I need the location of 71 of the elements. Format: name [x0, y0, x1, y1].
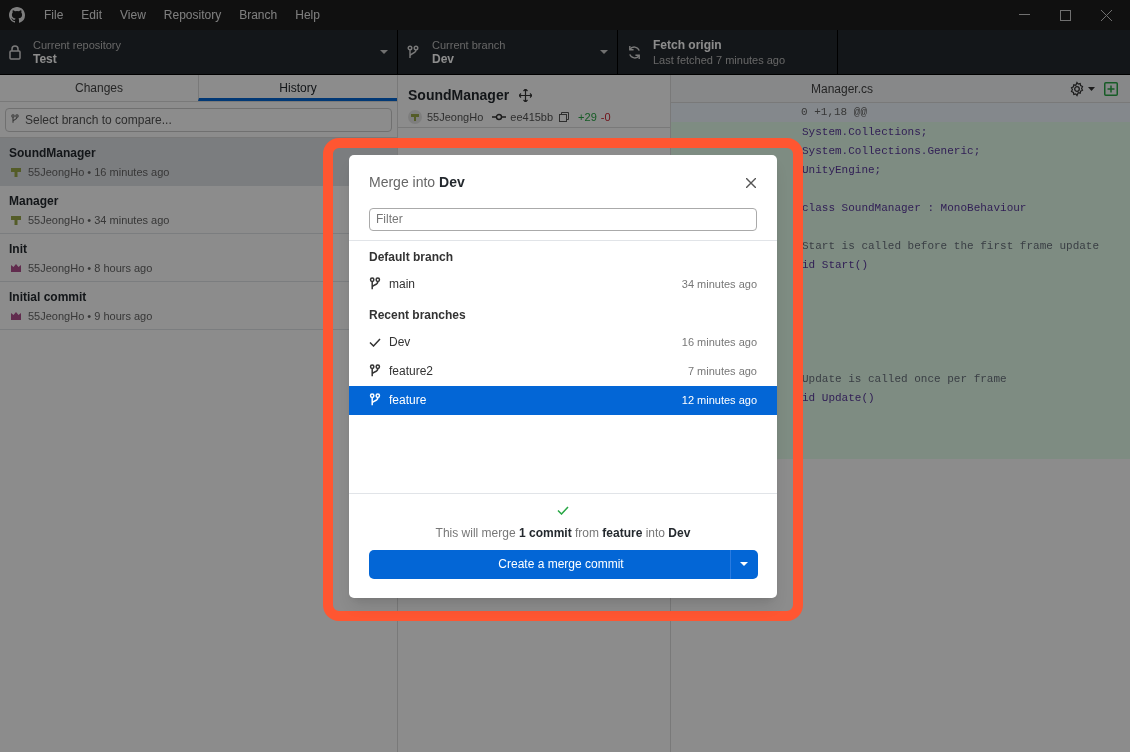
tab[interactable]: History: [198, 75, 397, 101]
menu-item[interactable]: Edit: [72, 6, 112, 24]
settings-icon[interactable]: [1069, 80, 1085, 97]
github-logo-icon: [9, 7, 25, 23]
commit-meta: 55JeongHo • 34 minutes ago: [28, 213, 170, 228]
menu-option[interactable]: Dev 16 minutes ago: [349, 327, 777, 357]
commit-icon: [492, 113, 507, 122]
menu-option[interactable]: main 34 minutes ago: [349, 269, 777, 299]
commit-title[interactable]: Init: [9, 241, 27, 257]
check-icon: [557, 505, 569, 515]
commit-meta: 55JeongHo • 16 minutes ago: [28, 165, 170, 180]
copy-icon[interactable]: [559, 112, 570, 123]
added-count: +29: [578, 110, 597, 125]
close-icon[interactable]: [746, 177, 756, 188]
menu-item[interactable]: Repository: [154, 6, 231, 24]
code-comment: Start is called before the first frame update: [802, 239, 1100, 255]
branch-label: Current branch: [432, 37, 507, 52]
menu-option[interactable]: feature2 7 minutes ago: [349, 356, 777, 386]
code-line: System.Collections.Generic;: [802, 144, 981, 160]
commit-title[interactable]: Manager: [9, 193, 59, 209]
menu-option[interactable]: feature 12 minutes ago: [349, 385, 777, 415]
commit-title[interactable]: Initial commit: [9, 289, 87, 305]
code-line: id Update(): [802, 391, 875, 407]
code-line: id Start(): [802, 258, 868, 274]
menu-item[interactable]: Branch: [230, 6, 287, 24]
branch-name: Dev: [432, 51, 455, 67]
branch-icon: [407, 44, 419, 60]
group-heading: Recent branches: [368, 307, 467, 324]
fetch-detail: Last fetched 7 minutes ago: [653, 52, 786, 67]
menu-item[interactable]: File: [35, 6, 73, 24]
avatar-icon: [9, 213, 23, 228]
branch-icon: [11, 114, 19, 124]
menu-item[interactable]: Help: [286, 6, 329, 24]
maximize-icon[interactable]: [1060, 9, 1071, 21]
branch-selector[interactable]: Current branch Dev: [398, 30, 618, 74]
code-line: UnityEngine;: [802, 163, 882, 179]
tab[interactable]: Changes: [0, 75, 198, 101]
compare-branch-field[interactable]: Select branch to compare...: [5, 108, 392, 132]
lock-icon: [9, 44, 21, 60]
avatar-icon: [9, 165, 23, 180]
filter-field[interactable]: Filter: [369, 207, 757, 231]
code-line: class SoundManager : MonoBehaviour: [802, 201, 1027, 217]
commit-title: SoundManager: [408, 86, 510, 105]
removed-count: -0: [600, 110, 611, 125]
group-heading: Default branch: [368, 249, 454, 266]
fetch-button[interactable]: Fetch origin Last fetched 7 minutes ago: [618, 30, 838, 74]
menu-item[interactable]: View: [111, 6, 155, 24]
create-merge-commit-button[interactable]: Create a merge commit: [368, 549, 758, 579]
repository-label: Current repository: [33, 37, 123, 52]
commit-sha: ee415bb: [510, 110, 554, 125]
code-line: System.Collections;: [802, 125, 928, 141]
code-comment: Update is called once per frame: [802, 372, 1007, 388]
sync-icon: [627, 44, 642, 60]
commit-meta: 55JeongHo • 8 hours ago: [28, 261, 153, 276]
hunk-header: 0 +1,18 @@: [801, 105, 867, 121]
dialog-title: Merge into Dev: [369, 173, 465, 192]
caret-icon: [600, 50, 608, 54]
avatar-icon: [408, 110, 422, 125]
repository-selector[interactable]: Current repository Test: [0, 30, 398, 74]
repository-name: Test: [33, 51, 58, 67]
minimize-icon[interactable]: [1019, 14, 1030, 16]
commit-meta: 55JeongHo • 9 hours ago: [28, 309, 153, 324]
fetch-label: Fetch origin: [653, 37, 723, 53]
expand-icon[interactable]: [519, 89, 533, 102]
file-path: Manager.cs: [811, 80, 874, 98]
merge-summary: This will merge 1 commit from feature into Dev: [435, 524, 691, 542]
caret-icon: [380, 50, 388, 54]
caret-icon[interactable]: [1088, 86, 1095, 91]
commit-author: 55JeongHo: [427, 110, 484, 125]
caret-icon[interactable]: [740, 562, 748, 566]
commit-title[interactable]: SoundManager: [9, 145, 96, 161]
